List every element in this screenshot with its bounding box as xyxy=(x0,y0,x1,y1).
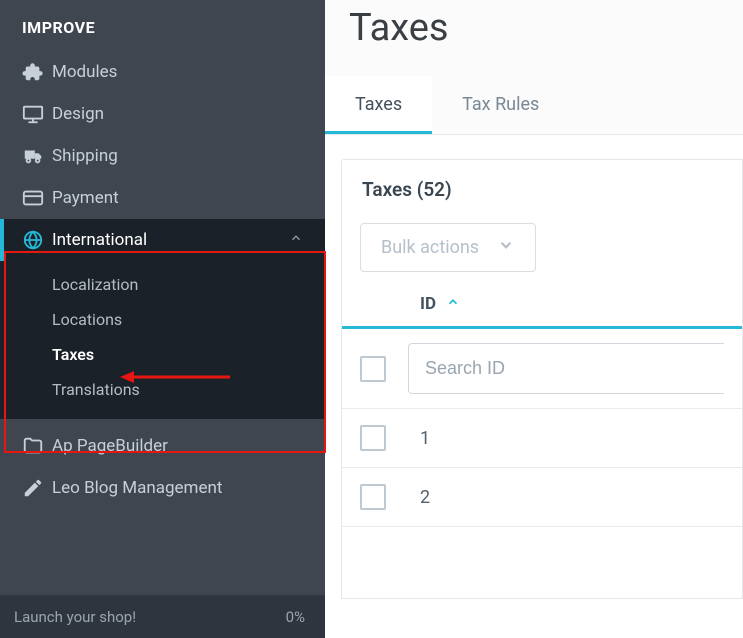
col-id-text: ID xyxy=(420,294,436,314)
table-row[interactable]: 1 xyxy=(342,409,742,468)
submenu-item-translations[interactable]: Translations xyxy=(0,372,325,407)
sidebar-submenu-international: Localization Locations Taxes Translation… xyxy=(0,261,325,419)
row-checkbox[interactable] xyxy=(360,484,386,510)
globe-icon xyxy=(22,229,52,251)
sidebar-item-label: Leo Blog Management xyxy=(52,478,222,498)
tabs: Taxes Tax Rules xyxy=(325,76,743,135)
sidebar-item-label: International xyxy=(52,230,147,250)
puzzle-icon xyxy=(22,61,52,83)
sidebar-item-ap-pagebuilder[interactable]: Ap PageBuilder xyxy=(0,425,325,467)
truck-icon xyxy=(22,145,52,167)
bulk-actions-button[interactable]: Bulk actions xyxy=(360,223,536,272)
sidebar-item-payment[interactable]: Payment xyxy=(0,177,325,219)
page-title: Taxes xyxy=(325,0,743,76)
sidebar-nav: Modules Design Shipping Payment I xyxy=(0,51,325,517)
pencil-icon xyxy=(22,477,52,499)
sidebar-item-label: Modules xyxy=(52,62,117,82)
launch-bar[interactable]: Launch your shop! 0% xyxy=(0,595,325,638)
sidebar-item-design[interactable]: Design xyxy=(0,93,325,135)
sidebar-item-label: Design xyxy=(52,104,104,124)
panel-wrap: Taxes (52) Bulk actions ID xyxy=(325,135,743,599)
sidebar-item-international[interactable]: International xyxy=(0,219,325,261)
card-icon xyxy=(22,187,52,209)
sidebar-item-modules[interactable]: Modules xyxy=(0,51,325,93)
sidebar-item-leo-blog[interactable]: Leo Blog Management xyxy=(0,467,325,509)
sidebar-item-label: Ap PageBuilder xyxy=(52,436,168,456)
panel-title: Taxes (52) xyxy=(342,160,742,223)
active-indicator xyxy=(0,219,4,261)
submenu-item-taxes[interactable]: Taxes xyxy=(0,337,325,372)
select-all-checkbox[interactable] xyxy=(360,356,386,382)
chevron-down-icon xyxy=(497,236,515,259)
filter-row xyxy=(342,329,742,409)
folder-icon xyxy=(22,435,52,457)
sidebar-section-title: IMPROVE xyxy=(0,0,325,51)
table-header: ID xyxy=(342,272,742,329)
sort-asc-icon xyxy=(446,294,460,314)
submenu-item-localization[interactable]: Localization xyxy=(0,267,325,302)
sidebar-item-label: Payment xyxy=(52,188,119,208)
col-id-header[interactable]: ID xyxy=(420,294,460,314)
main-content: Taxes Taxes Tax Rules Taxes (52) Bulk ac… xyxy=(325,0,743,638)
monitor-icon xyxy=(22,103,52,125)
search-id-input[interactable] xyxy=(408,343,724,394)
cell-id: 2 xyxy=(386,487,430,508)
launch-label: Launch your shop! xyxy=(14,608,136,626)
cell-id: 1 xyxy=(386,428,430,449)
row-checkbox[interactable] xyxy=(360,425,386,451)
taxes-panel: Taxes (52) Bulk actions ID xyxy=(341,159,743,599)
bulk-actions-label: Bulk actions xyxy=(381,237,479,258)
submenu-item-locations[interactable]: Locations xyxy=(0,302,325,337)
tab-taxes[interactable]: Taxes xyxy=(325,76,432,134)
tab-tax-rules[interactable]: Tax Rules xyxy=(432,76,569,134)
sidebar: IMPROVE Modules Design Shipping Payment xyxy=(0,0,325,638)
sidebar-item-shipping[interactable]: Shipping xyxy=(0,135,325,177)
launch-percent: 0% xyxy=(286,608,305,626)
sidebar-item-label: Shipping xyxy=(52,146,118,166)
table-row[interactable]: 2 xyxy=(342,468,742,527)
chevron-up-icon xyxy=(289,230,303,250)
